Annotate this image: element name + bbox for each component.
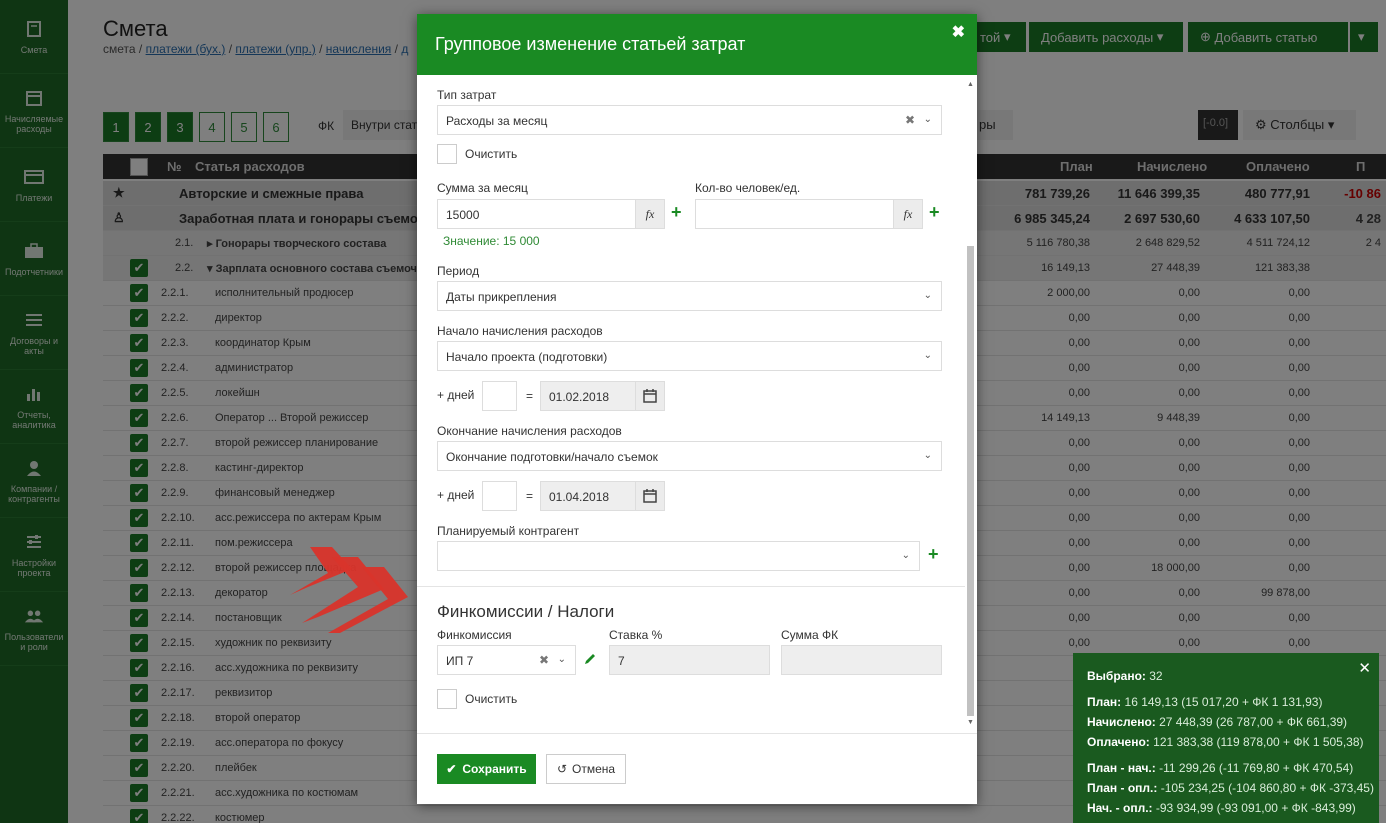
button-label: Отмена bbox=[572, 762, 616, 776]
paid-summary: Оплачено: 121 383,38 (119 878,00 + ФК 1 … bbox=[1087, 735, 1364, 749]
clear-checkbox[interactable] bbox=[437, 144, 457, 164]
add-plus-icon[interactable]: + bbox=[671, 202, 682, 223]
contractor-label: Планируемый контрагент bbox=[437, 524, 580, 538]
pencil-icon[interactable] bbox=[583, 652, 597, 669]
close-icon[interactable]: ✖ bbox=[952, 22, 965, 42]
save-button[interactable]: ✔ Сохранить bbox=[437, 754, 536, 784]
fk-sum-label: Сумма ФК bbox=[781, 628, 839, 642]
end-date-input[interactable]: 01.04.2018 bbox=[540, 481, 636, 511]
equals-sign: = bbox=[526, 489, 534, 503]
period-label: Период bbox=[437, 264, 480, 278]
select-value: Даты прикрепления bbox=[446, 290, 557, 304]
people-count-label: Кол-во человек/ед. bbox=[695, 181, 801, 195]
red-arrows-annotation bbox=[288, 543, 410, 638]
scroll-up-icon[interactable]: ▲ bbox=[967, 81, 974, 88]
contractor-select[interactable]: ⌄ bbox=[437, 541, 920, 571]
fin-commission-select[interactable]: ИП 7 ✖ ⌄ bbox=[437, 645, 576, 675]
cost-type-select[interactable]: Расходы за месяц ✖ ⌄ bbox=[437, 105, 942, 135]
scrollbar-thumb[interactable] bbox=[967, 246, 974, 716]
clear-fin-checkbox[interactable] bbox=[437, 689, 457, 709]
cancel-button[interactable]: ↺ Отмена bbox=[546, 754, 626, 784]
undo-icon: ↺ bbox=[556, 762, 567, 776]
plus-days-label: + дней bbox=[437, 388, 475, 402]
calendar-icon[interactable] bbox=[635, 481, 665, 511]
chevron-down-icon: ⌄ bbox=[923, 450, 932, 461]
fk-sum-input[interactable] bbox=[781, 645, 942, 675]
start-accrual-label: Начало начисления расходов bbox=[437, 324, 603, 338]
scroll-down-icon[interactable]: ▼ bbox=[967, 719, 974, 726]
clear-icon[interactable]: ✖ bbox=[905, 113, 915, 127]
monthly-sum-input[interactable]: 15000 bbox=[437, 199, 637, 229]
plan-accrued-diff: План - нач.: -11 299,26 (-11 769,80 + ФК… bbox=[1087, 761, 1354, 775]
close-icon[interactable]: ✕ bbox=[1358, 659, 1371, 677]
monthly-sum-label: Сумма за месяц bbox=[437, 181, 528, 195]
end-accrual-label: Окончание начисления расходов bbox=[437, 424, 622, 438]
value-hint: Значение: 15 000 bbox=[443, 234, 540, 248]
selection-summary-panel: ✕ Выбрано: 32 План: 16 149,13 (15 017,20… bbox=[1073, 653, 1379, 823]
select-value: Начало проекта (подготовки) bbox=[446, 350, 608, 364]
start-accrual-select[interactable]: Начало проекта (подготовки) ⌄ bbox=[437, 341, 942, 371]
accrued-paid-diff: Нач. - опл.: -93 934,99 (-93 091,00 + ФК… bbox=[1087, 801, 1356, 815]
period-select[interactable]: Даты прикрепления ⌄ bbox=[437, 281, 942, 311]
chevron-down-icon: ⌄ bbox=[557, 654, 566, 665]
fin-commission-label: Финкомиссия bbox=[437, 628, 512, 642]
add-plus-icon[interactable]: + bbox=[928, 544, 939, 565]
start-date-input[interactable]: 01.02.2018 bbox=[540, 381, 636, 411]
modal-footer: ✔ Сохранить ↺ Отмена bbox=[417, 733, 977, 804]
plan-paid-diff: План - опл.: -105 234,25 (-104 860,80 + … bbox=[1087, 781, 1374, 795]
select-value: Расходы за месяц bbox=[446, 114, 548, 128]
chevron-down-icon: ⌄ bbox=[923, 114, 932, 125]
check-icon: ✔ bbox=[446, 762, 457, 776]
start-days-input[interactable] bbox=[482, 381, 517, 411]
people-count-input[interactable] bbox=[695, 199, 895, 229]
modal-title: Групповое изменение статьей затрат bbox=[435, 34, 746, 54]
chevron-down-icon: ⌄ bbox=[901, 550, 910, 561]
end-days-input[interactable] bbox=[482, 481, 517, 511]
select-value: ИП 7 bbox=[446, 654, 474, 668]
accrued-summary: Начислено: 27 448,39 (26 787,00 + ФК 661… bbox=[1087, 715, 1348, 729]
button-label: Сохранить bbox=[462, 762, 527, 776]
fin-section-title: Финкомиссии / Налоги bbox=[437, 602, 615, 621]
scrollbar[interactable]: ▲ ▼ bbox=[966, 81, 974, 731]
chevron-down-icon: ⌄ bbox=[923, 290, 932, 301]
plus-days-label: + дней bbox=[437, 488, 475, 502]
select-value: Окончание подготовки/начало съемок bbox=[446, 450, 658, 464]
selected-count: Выбрано: 32 bbox=[1087, 669, 1163, 683]
add-plus-icon[interactable]: + bbox=[929, 202, 940, 223]
group-edit-modal: Групповое изменение статьей затрат ✖ ▲ ▼… bbox=[417, 14, 977, 804]
clear-checkbox-label: Очистить bbox=[465, 147, 518, 161]
rate-input[interactable]: 7 bbox=[609, 645, 770, 675]
cost-type-label: Тип затрат bbox=[437, 88, 497, 102]
end-accrual-select[interactable]: Окончание подготовки/начало съемок ⌄ bbox=[437, 441, 942, 471]
rate-label: Ставка % bbox=[609, 628, 663, 642]
section-divider bbox=[417, 586, 965, 587]
chevron-down-icon: ⌄ bbox=[923, 350, 932, 361]
plan-summary: План: 16 149,13 (15 017,20 + ФК 1 131,93… bbox=[1087, 695, 1323, 709]
modal-header: Групповое изменение статьей затрат ✖ bbox=[417, 14, 977, 75]
calendar-icon[interactable] bbox=[635, 381, 665, 411]
clear-checkbox-label: Очистить bbox=[465, 692, 518, 706]
formula-fx-button[interactable]: fx bbox=[635, 199, 665, 229]
formula-fx-button[interactable]: fx bbox=[893, 199, 923, 229]
equals-sign: = bbox=[526, 389, 534, 403]
modal-body: ▲ ▼ Тип затрат Расходы за месяц ✖ ⌄ Очис… bbox=[417, 75, 977, 733]
clear-icon[interactable]: ✖ bbox=[539, 653, 549, 667]
